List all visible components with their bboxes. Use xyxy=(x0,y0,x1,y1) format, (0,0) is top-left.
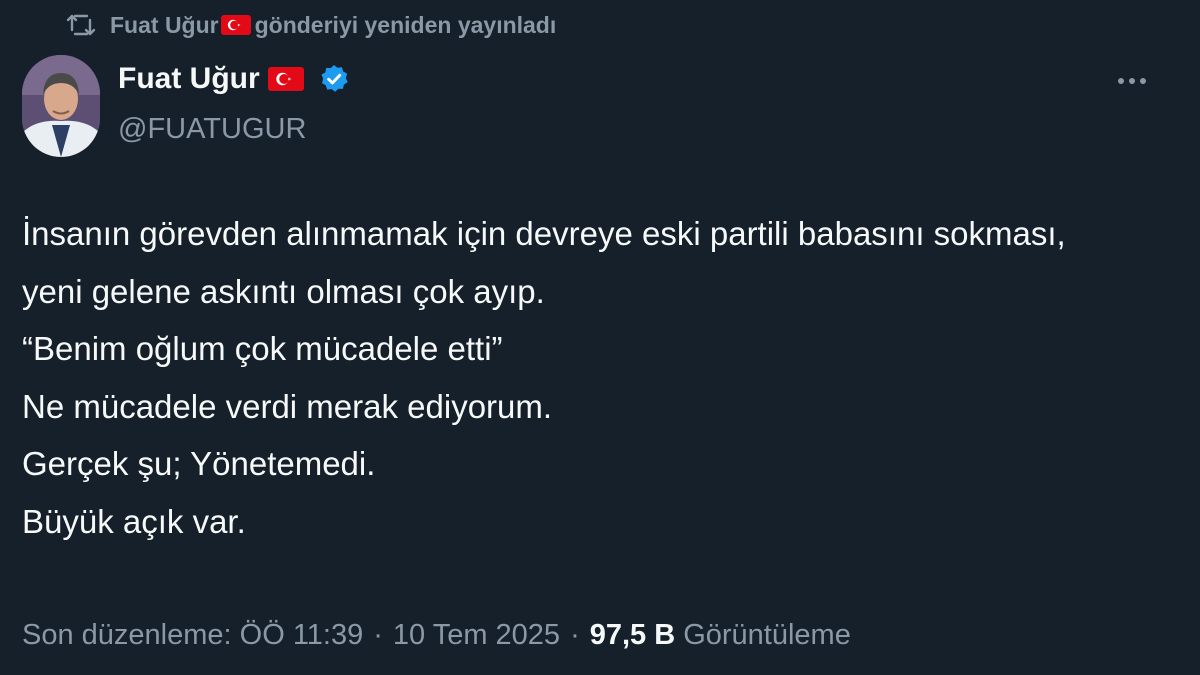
meta-separator: · xyxy=(570,618,580,651)
tweet-text: İnsanın görevden alınmamak için devreye … xyxy=(22,205,1172,550)
verified-badge-icon[interactable] xyxy=(318,63,350,95)
repost-label: gönderiyi yeniden yayınladı xyxy=(254,11,557,38)
tweet-line: “Benim oğlum çok mücadele etti” xyxy=(22,330,503,367)
author-handle[interactable]: @FUATUGUR xyxy=(118,113,306,146)
tweet-line: Gerçek şu; Yönetemedi. xyxy=(22,445,376,482)
tweet-line: Ne mücadele verdi merak ediyorum. xyxy=(22,387,553,425)
repost-header: Fuat Uğur gönderiyi yeniden yayınladı xyxy=(66,8,556,42)
tweet-line: İnsanın görevden alınmamak için devreye … xyxy=(22,215,1066,252)
repost-icon xyxy=(66,12,96,38)
turkey-flag-icon xyxy=(220,15,251,35)
turkey-flag-icon xyxy=(267,67,304,91)
avatar[interactable] xyxy=(22,55,100,157)
author-display-name[interactable]: Fuat Uğur xyxy=(118,62,260,96)
more-options-icon[interactable] xyxy=(1112,66,1152,96)
tweet-date[interactable]: 10 Tem 2025 xyxy=(393,619,560,652)
author-name-row: Fuat Uğur xyxy=(118,58,350,100)
views-count: 97,5 B xyxy=(589,618,676,651)
tweet-meta: Son düzenleme: ÖÖ 11:39 · 10 Tem 2025 · … xyxy=(22,612,851,658)
meta-separator: · xyxy=(373,618,383,651)
tweet-line: Büyük açık var. xyxy=(22,502,246,540)
tweet-line: yeni gelene askıntı olması çok ayıp. xyxy=(22,272,545,310)
edited-timestamp[interactable]: Son düzenleme: ÖÖ 11:39 xyxy=(22,619,363,652)
views-label: Görüntüleme xyxy=(683,618,851,651)
repost-user-link[interactable]: Fuat Uğur xyxy=(110,12,219,39)
